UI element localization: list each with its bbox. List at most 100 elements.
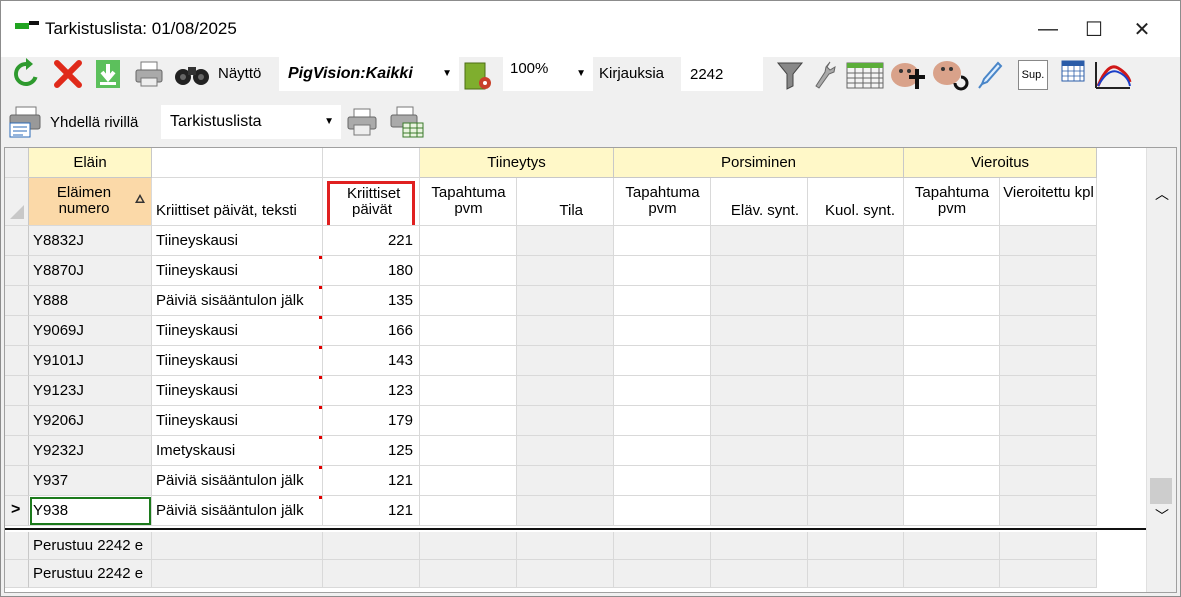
cell-critical-days[interactable]: 125 bbox=[323, 436, 420, 466]
cell-live-born[interactable] bbox=[711, 436, 808, 466]
close-button[interactable]: ✕ bbox=[1119, 1, 1165, 57]
cell-dead-born[interactable] bbox=[808, 346, 904, 376]
cell-critical-text[interactable]: Päiviä sisääntulon jälk bbox=[152, 286, 323, 316]
cell-pregnancy-date[interactable] bbox=[420, 226, 517, 256]
cell-pregnancy-status[interactable] bbox=[517, 406, 614, 436]
cell-farrowing-date[interactable] bbox=[614, 286, 711, 316]
cell-live-born[interactable] bbox=[711, 496, 808, 526]
download-icon[interactable] bbox=[93, 57, 123, 91]
calendar-grid-icon[interactable] bbox=[845, 59, 885, 91]
zoom-select[interactable]: 100% ▼ bbox=[503, 57, 593, 91]
cell-weaning-date[interactable] bbox=[904, 466, 1000, 496]
row-selector[interactable]: > bbox=[5, 496, 29, 526]
cell-weaned-count[interactable] bbox=[1000, 406, 1097, 436]
cell-weaned-count[interactable] bbox=[1000, 286, 1097, 316]
pig-add-icon[interactable] bbox=[889, 57, 929, 93]
cell-dead-born[interactable] bbox=[808, 406, 904, 436]
cell-pregnancy-status[interactable] bbox=[517, 376, 614, 406]
row-selector[interactable] bbox=[5, 226, 29, 256]
cell-farrowing-date[interactable] bbox=[614, 256, 711, 286]
cell-critical-text[interactable]: Tiineyskausi bbox=[152, 376, 323, 406]
row-selector[interactable] bbox=[5, 316, 29, 346]
filter-icon[interactable] bbox=[775, 59, 805, 91]
select-all-corner[interactable] bbox=[5, 178, 29, 226]
cell-critical-text[interactable]: Tiineyskausi bbox=[152, 316, 323, 346]
cell-critical-days[interactable]: 179 bbox=[323, 406, 420, 436]
cell-farrowing-date[interactable] bbox=[614, 376, 711, 406]
cell-weaning-date[interactable] bbox=[904, 406, 1000, 436]
cell-animal-number[interactable]: Y8870J bbox=[29, 256, 152, 286]
cell-pregnancy-date[interactable] bbox=[420, 466, 517, 496]
cell-farrowing-date[interactable] bbox=[614, 226, 711, 256]
cell-dead-born[interactable] bbox=[808, 286, 904, 316]
cell-dead-born[interactable] bbox=[808, 466, 904, 496]
cell-pregnancy-date[interactable] bbox=[420, 316, 517, 346]
cell-dead-born[interactable] bbox=[808, 376, 904, 406]
cell-pregnancy-status[interactable] bbox=[517, 436, 614, 466]
cell-weaned-count[interactable] bbox=[1000, 226, 1097, 256]
cell-pregnancy-date[interactable] bbox=[420, 346, 517, 376]
cell-weaning-date[interactable] bbox=[904, 286, 1000, 316]
cell-pregnancy-status[interactable] bbox=[517, 226, 614, 256]
wrench-icon[interactable] bbox=[813, 59, 837, 91]
cell-critical-text[interactable]: Tiineyskausi bbox=[152, 256, 323, 286]
cell-critical-days[interactable]: 135 bbox=[323, 286, 420, 316]
minimize-button[interactable]: — bbox=[1025, 1, 1071, 57]
cell-weaning-date[interactable] bbox=[904, 496, 1000, 526]
row-selector[interactable] bbox=[5, 346, 29, 376]
column-header-pregnancy-status[interactable]: Tila bbox=[517, 178, 614, 226]
cell-critical-text[interactable]: Tiineyskausi bbox=[152, 346, 323, 376]
cell-farrowing-date[interactable] bbox=[614, 316, 711, 346]
delete-icon[interactable] bbox=[51, 57, 85, 91]
cell-weaning-date[interactable] bbox=[904, 436, 1000, 466]
column-header-pregnancy-date[interactable]: Tapahtuma pvm bbox=[420, 178, 517, 226]
cell-live-born[interactable] bbox=[711, 316, 808, 346]
cell-animal-number[interactable]: Y8832J bbox=[29, 226, 152, 256]
cell-dead-born[interactable] bbox=[808, 496, 904, 526]
cell-live-born[interactable] bbox=[711, 406, 808, 436]
row-selector[interactable] bbox=[5, 376, 29, 406]
cell-weaning-date[interactable] bbox=[904, 226, 1000, 256]
calendar-icon[interactable] bbox=[1059, 57, 1087, 85]
cell-critical-days[interactable]: 121 bbox=[323, 496, 420, 526]
cell-animal-number[interactable]: Y9101J bbox=[29, 346, 152, 376]
scrollbar-thumb[interactable] bbox=[1150, 478, 1172, 504]
vertical-scrollbar[interactable]: ︿ ﹀ bbox=[1146, 148, 1176, 592]
cell-critical-text[interactable]: Päiviä sisääntulon jälk bbox=[152, 466, 323, 496]
row-selector[interactable] bbox=[5, 436, 29, 466]
cell-farrowing-date[interactable] bbox=[614, 496, 711, 526]
cell-critical-days[interactable]: 221 bbox=[323, 226, 420, 256]
column-header-weaning-date[interactable]: Tapahtuma pvm bbox=[904, 178, 1000, 226]
cell-weaned-count[interactable] bbox=[1000, 256, 1097, 286]
cell-critical-text[interactable]: Tiineyskausi bbox=[152, 226, 323, 256]
cell-pregnancy-date[interactable] bbox=[420, 376, 517, 406]
cell-dead-born[interactable] bbox=[808, 226, 904, 256]
cell-critical-days[interactable]: 166 bbox=[323, 316, 420, 346]
row-selector[interactable] bbox=[5, 406, 29, 436]
cell-weaned-count[interactable] bbox=[1000, 316, 1097, 346]
cell-dead-born[interactable] bbox=[808, 256, 904, 286]
column-header-live-born[interactable]: Eläv. synt. bbox=[711, 178, 808, 226]
cell-critical-text[interactable]: Tiineyskausi bbox=[152, 406, 323, 436]
cell-weaned-count[interactable] bbox=[1000, 496, 1097, 526]
cell-pregnancy-date[interactable] bbox=[420, 436, 517, 466]
cell-weaning-date[interactable] bbox=[904, 376, 1000, 406]
binoculars-icon[interactable] bbox=[173, 57, 211, 91]
row-selector[interactable] bbox=[5, 286, 29, 316]
print-icon[interactable] bbox=[133, 57, 165, 91]
scroll-down-icon[interactable]: ﹀ bbox=[1155, 506, 1169, 526]
cell-live-born[interactable] bbox=[711, 256, 808, 286]
cell-critical-days[interactable]: 123 bbox=[323, 376, 420, 406]
scroll-up-icon[interactable]: ︿ bbox=[1155, 184, 1169, 204]
cell-dead-born[interactable] bbox=[808, 316, 904, 346]
cell-critical-days[interactable]: 143 bbox=[323, 346, 420, 376]
cell-farrowing-date[interactable] bbox=[614, 436, 711, 466]
print-preview-icon[interactable] bbox=[5, 104, 45, 140]
cell-animal-number[interactable]: Y9123J bbox=[29, 376, 152, 406]
cell-pregnancy-date[interactable] bbox=[420, 256, 517, 286]
column-header-critical-text[interactable]: Kriittiset päivät, teksti bbox=[152, 178, 323, 226]
cell-critical-days[interactable]: 121 bbox=[323, 466, 420, 496]
cell-animal-number[interactable]: Y938 bbox=[29, 496, 152, 526]
cell-live-born[interactable] bbox=[711, 466, 808, 496]
cell-farrowing-date[interactable] bbox=[614, 406, 711, 436]
